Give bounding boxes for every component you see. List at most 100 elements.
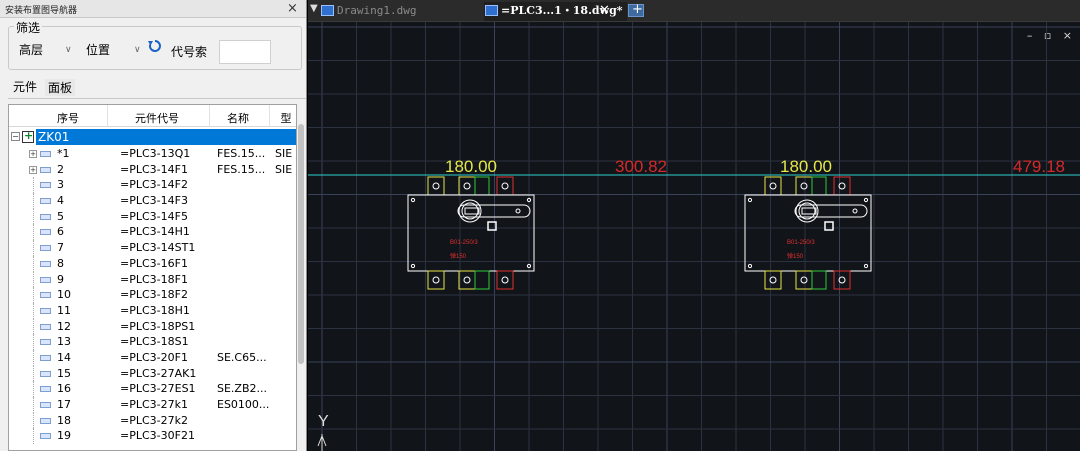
dimension-text-4: 479.18 <box>1013 157 1065 176</box>
position-select-value: 位置 <box>86 43 111 57</box>
table-row[interactable]: 12 =PLC3-18PS1 <box>9 318 296 335</box>
cell-name: SE.C65... <box>217 350 267 364</box>
table-row[interactable]: 10 =PLC3-18F2 <box>9 287 296 303</box>
table-row[interactable]: 14 =PLC3-20F1 SE.C65... <box>9 349 296 366</box>
layout-navigator-panel: 安装布置图导航器 × 筛选 高层 ∨ 位置 ∨ 代号索 元件 面板 序号 元件代… <box>0 0 307 451</box>
switch-component-2[interactable]: B01-250/3 弹150 <box>744 176 872 290</box>
cell-seq: 7 <box>57 241 64 255</box>
component-icon <box>40 433 51 440</box>
cell-code: =PLC3-27ES1 <box>120 382 196 396</box>
component-icon <box>40 402 51 408</box>
cell-code: =PLC3-14F2 <box>120 178 188 192</box>
tab-drawing1[interactable]: Drawing1.dwg <box>320 2 480 21</box>
cell-seq: 12 <box>57 319 71 333</box>
tree-root-label[interactable]: ZK01 <box>36 129 296 145</box>
tree-connector <box>33 240 34 256</box>
header-mfr[interactable]: 型 <box>278 110 294 126</box>
component-model-label: B01-250/3 <box>787 240 815 246</box>
top-terminals <box>427 176 514 196</box>
tree-connector <box>33 349 34 366</box>
cell-code: =PLC3-14H1 <box>120 225 190 239</box>
table-row[interactable]: 17 =PLC3-27k1 ES0100... <box>9 397 296 413</box>
floor-select[interactable]: 高层 ∨ <box>19 40 79 60</box>
table-row[interactable]: +2 =PLC3-14F1 FES.15... SIE <box>9 162 296 178</box>
component-outline <box>744 194 872 272</box>
column-divider <box>209 105 210 127</box>
tab-components[interactable]: 元件 <box>13 78 37 95</box>
table-header: 序号 元件代号 名称 型 <box>9 105 296 127</box>
cell-mfr: SIE <box>275 147 293 160</box>
table-row[interactable]: 4 =PLC3-14F3 <box>9 193 296 209</box>
component-icon <box>40 417 51 424</box>
header-seq[interactable]: 序号 <box>53 110 83 126</box>
tab-panel[interactable]: 面板 <box>45 79 76 96</box>
cad-canvas[interactable]: 180.00 300.82 180.00 479.18 B01-250/3 弹1… <box>308 22 1080 451</box>
floor-select-value: 高层 <box>19 43 44 57</box>
table-row[interactable]: + *1 =PLC3-13Q1 FES.15... SIE <box>9 146 296 162</box>
tree-root-row[interactable]: − ZK01 <box>9 129 296 145</box>
column-divider <box>269 105 270 127</box>
table-row[interactable]: 8 =PLC3-16F1 <box>9 255 296 272</box>
header-code[interactable]: 元件代号 <box>117 110 197 126</box>
column-divider <box>107 105 108 127</box>
table-row[interactable]: 11 =PLC3-18H1 <box>9 302 296 319</box>
new-drawing-button[interactable] <box>628 2 644 17</box>
cell-mfr: SIE <box>275 162 293 176</box>
tree-connector <box>33 412 34 429</box>
drawing-grid <box>308 22 1080 451</box>
expand-toggle-icon[interactable]: + <box>29 150 37 158</box>
cell-name: FES.15... <box>217 147 266 160</box>
close-navigator-icon[interactable]: × <box>287 1 302 17</box>
cell-code: =PLC3-14F5 <box>120 209 188 223</box>
component-spec-label: 弹150 <box>450 252 467 260</box>
expand-toggle-icon[interactable]: + <box>29 165 37 174</box>
tree-connector <box>33 287 34 303</box>
tree-connector <box>33 365 34 382</box>
position-select[interactable]: 位置 ∨ <box>86 40 146 60</box>
table-row[interactable]: 6 =PLC3-14H1 <box>9 224 296 241</box>
tab-plc-drawing[interactable]: =PLC3...1・18.dwg* ✕ <box>484 2 627 21</box>
close-tab-icon[interactable]: ✕ <box>599 2 610 19</box>
cell-seq: 6 <box>57 225 64 239</box>
component-icon <box>40 260 51 267</box>
dimension-text-3: 180.00 <box>780 157 832 176</box>
component-icon <box>40 354 51 361</box>
table-row[interactable]: 18 =PLC3-27k2 <box>9 412 296 429</box>
vertical-scrollbar[interactable] <box>297 104 305 451</box>
dimension-text-1: 180.00 <box>445 157 497 176</box>
cell-name: FES.15... <box>217 162 266 176</box>
component-icon <box>40 307 51 314</box>
code-search-input[interactable] <box>219 40 271 64</box>
table-row[interactable]: 7 =PLC3-14ST1 <box>9 240 296 256</box>
component-outline <box>407 194 535 272</box>
header-name[interactable]: 名称 <box>223 110 253 126</box>
cell-seq: 14 <box>57 350 71 364</box>
cell-code: =PLC3-14F1 <box>120 162 188 176</box>
table-row[interactable]: 9 =PLC3-18F1 <box>9 271 296 288</box>
switch-component-1[interactable]: B01-250/3 弹150 <box>407 176 535 290</box>
collapse-toggle-icon[interactable]: − <box>11 132 20 141</box>
table-row[interactable]: 15 =PLC3-27AK1 <box>9 365 296 382</box>
component-icon <box>40 151 51 157</box>
tab-list-dropdown-icon[interactable]: ▼ <box>310 3 318 14</box>
code-search-label: 代号索 <box>171 45 208 59</box>
refresh-icon[interactable] <box>147 38 163 54</box>
bottom-terminals <box>764 270 851 290</box>
cell-code: =PLC3-27k2 <box>120 413 188 427</box>
component-icon <box>40 276 51 283</box>
cell-seq: 16 <box>57 382 71 396</box>
scrollbar-thumb[interactable] <box>298 124 304 364</box>
navigator-title: 安装布置图导航器 <box>5 6 78 16</box>
tree-connector <box>33 193 34 209</box>
table-row[interactable]: 16 =PLC3-27ES1 SE.ZB2... <box>9 381 296 397</box>
table-row[interactable]: 5 =PLC3-14F5 <box>9 208 296 225</box>
tab-drawing1-label: Drawing1.dwg <box>337 4 417 17</box>
drawing-area[interactable]: ▼ Drawing1.dwg =PLC3...1・18.dwg* ✕ – ▫ ×… <box>308 0 1080 451</box>
cell-seq: 19 <box>57 429 71 443</box>
table-row[interactable]: 13 =PLC3-18S1 <box>9 334 296 350</box>
table-row[interactable]: 3 =PLC3-14F2 <box>9 177 296 194</box>
cell-code: =PLC3-18H1 <box>120 303 190 317</box>
table-row[interactable]: 19 =PLC3-30F21 <box>9 428 296 445</box>
cell-seq: 10 <box>57 288 71 302</box>
cell-code: =PLC3-13Q1 <box>120 147 191 160</box>
